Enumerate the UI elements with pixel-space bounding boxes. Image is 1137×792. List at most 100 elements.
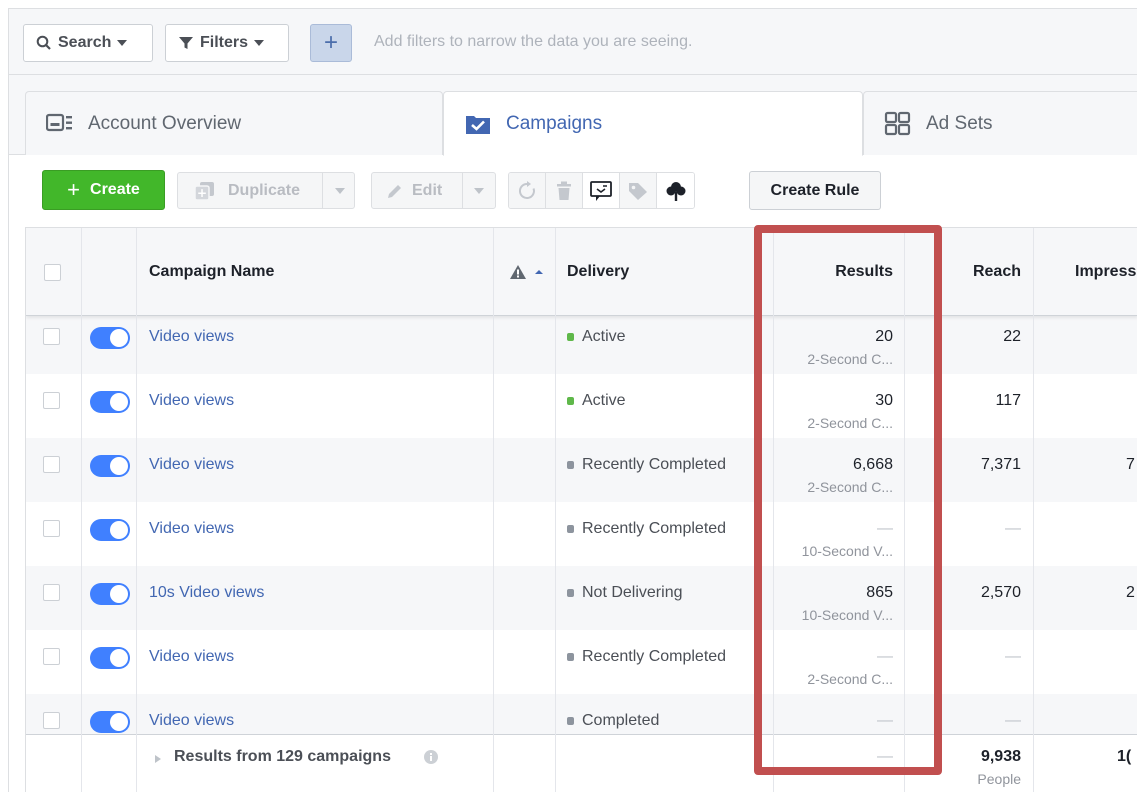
row-checkbox[interactable]: [43, 456, 60, 473]
campaign-toggle[interactable]: [90, 711, 130, 733]
delivery-status: Not Delivering: [567, 584, 682, 602]
delivery-status: Active: [567, 392, 626, 410]
tab-campaigns[interactable]: Campaigns: [443, 91, 863, 156]
chevron-down-icon: [254, 40, 265, 46]
filters-label: Filters: [200, 34, 249, 51]
filter-bar: Search Filters + Add filters to narrow t…: [9, 9, 1137, 75]
summary-impressions-value: 1(: [1117, 748, 1132, 765]
campaign-name-link[interactable]: Video views: [149, 712, 234, 730]
search-label: Search: [58, 34, 112, 51]
reach-value: —: [1005, 648, 1021, 665]
status-dot-icon: [567, 525, 574, 533]
ab-test-icon[interactable]: [583, 173, 620, 208]
tab-ad-sets[interactable]: Ad Sets: [863, 91, 1137, 155]
search-icon: [36, 35, 51, 50]
reach-value: 22: [1003, 328, 1021, 345]
header-reach[interactable]: Reach: [941, 228, 1021, 316]
ad-sets-grid-icon: [884, 111, 912, 137]
status-dot-icon: [567, 461, 574, 469]
campaign-toggle[interactable]: [90, 583, 130, 605]
tab-label: Campaigns: [506, 112, 603, 134]
chevron-down-icon: [117, 40, 128, 46]
campaign-name-link[interactable]: Video views: [149, 328, 234, 346]
chevron-down-icon[interactable]: [474, 188, 484, 194]
ads-manager-frame: Search Filters + Add filters to narrow t…: [8, 8, 1137, 792]
summary-reach-value: 9,938: [980, 748, 1021, 765]
header-impressions[interactable]: Impress: [1075, 228, 1136, 316]
add-filter-button[interactable]: +: [310, 24, 352, 62]
row-checkbox[interactable]: [43, 328, 60, 345]
reach-value: 7,371: [980, 456, 1021, 473]
campaign-toggle[interactable]: [90, 327, 130, 349]
refresh-icon[interactable]: [509, 173, 546, 208]
row-checkbox[interactable]: [43, 584, 60, 601]
select-all-cell: [44, 228, 61, 316]
table-row[interactable]: Video views Active 20 2-Second C... 22: [26, 310, 1137, 374]
select-all-checkbox[interactable]: [44, 263, 61, 281]
table-row[interactable]: 10s Video views Not Delivering 865 10-Se…: [26, 566, 1137, 630]
row-checkbox[interactable]: [43, 520, 60, 537]
funnel-icon: [179, 37, 193, 49]
tab-label: Account Overview: [88, 112, 242, 134]
chevron-down-icon[interactable]: [335, 188, 345, 194]
reach-value: —: [1005, 712, 1021, 729]
duplicate-button[interactable]: + Duplicate: [177, 172, 355, 209]
row-checkbox[interactable]: [43, 648, 60, 665]
summary-reach-unit: People: [977, 771, 1021, 787]
sort-ascending-icon: [535, 270, 543, 274]
row-checkbox[interactable]: [43, 392, 60, 409]
delivery-text: Recently Completed: [582, 456, 727, 473]
header-campaign-name[interactable]: Campaign Name: [149, 228, 274, 316]
expand-triangle-icon[interactable]: [153, 753, 163, 765]
campaign-name-link[interactable]: Video views: [149, 456, 234, 474]
campaign-name-link[interactable]: Video views: [149, 648, 234, 666]
table-row[interactable]: Video views Recently Completed 6,668 2-S…: [26, 438, 1137, 502]
campaign-toggle[interactable]: [90, 647, 130, 669]
edit-label: Edit: [412, 181, 443, 199]
table-row[interactable]: Video views Active 30 2-Second C... 117: [26, 374, 1137, 438]
column-divider: [136, 228, 137, 792]
create-rule-button[interactable]: Create Rule: [749, 171, 881, 210]
campaign-toggle[interactable]: [90, 455, 130, 477]
reach-value: 2,570: [980, 584, 1021, 601]
campaign-toggle[interactable]: [90, 391, 130, 413]
header-delivery[interactable]: Delivery: [567, 228, 629, 316]
filter-hint-text[interactable]: Add filters to narrow the data you are s…: [374, 33, 692, 51]
delivery-text: Not Delivering: [582, 584, 683, 601]
delivery-status: Completed: [567, 712, 659, 730]
pencil-icon: [388, 184, 401, 198]
tag-icon[interactable]: [620, 173, 657, 208]
campaign-name-link[interactable]: 10s Video views: [149, 584, 264, 602]
tree-icon[interactable]: [657, 173, 694, 208]
sort-column-header[interactable]: [509, 228, 545, 316]
delivery-status: Recently Completed: [567, 520, 726, 538]
table-header: Campaign Name Delivery Results Reach Imp…: [26, 228, 1137, 316]
delivery-text: Recently Completed: [582, 520, 727, 537]
delivery-text: Active: [582, 392, 626, 409]
campaign-name-link[interactable]: Video views: [149, 520, 234, 538]
svg-text:+: +: [197, 186, 207, 200]
status-dot-icon: [567, 397, 574, 405]
campaign-toggle[interactable]: [90, 519, 130, 541]
trash-icon[interactable]: [546, 173, 583, 208]
reach-value: —: [1005, 520, 1021, 537]
tab-label: Ad Sets: [926, 112, 993, 134]
info-icon[interactable]: [423, 749, 439, 765]
impressions-value: 7: [1126, 456, 1135, 473]
summary-row: Results from 129 campaigns — 9,938 Peopl…: [26, 734, 1137, 792]
filters-dropdown-button[interactable]: Filters: [165, 24, 289, 62]
summary-label: Results from 129 campaigns: [174, 748, 391, 765]
duplicate-icon: +: [194, 181, 214, 201]
tab-account-overview[interactable]: Account Overview: [25, 91, 443, 155]
table-row[interactable]: Video views Recently Completed — 2-Secon…: [26, 630, 1137, 694]
column-divider: [493, 228, 494, 792]
edit-button[interactable]: Edit: [371, 172, 496, 209]
plus-icon: +: [67, 177, 81, 202]
campaign-name-link[interactable]: Video views: [149, 392, 234, 410]
row-checkbox[interactable]: [43, 712, 60, 729]
create-button[interactable]: + Create: [42, 170, 165, 210]
table-row[interactable]: Video views Recently Completed — 10-Seco…: [26, 502, 1137, 566]
reach-value: 117: [995, 392, 1021, 409]
search-dropdown-button[interactable]: Search: [23, 24, 153, 62]
tab-bar: Account Overview Campaigns Ad Sets: [9, 75, 1137, 156]
